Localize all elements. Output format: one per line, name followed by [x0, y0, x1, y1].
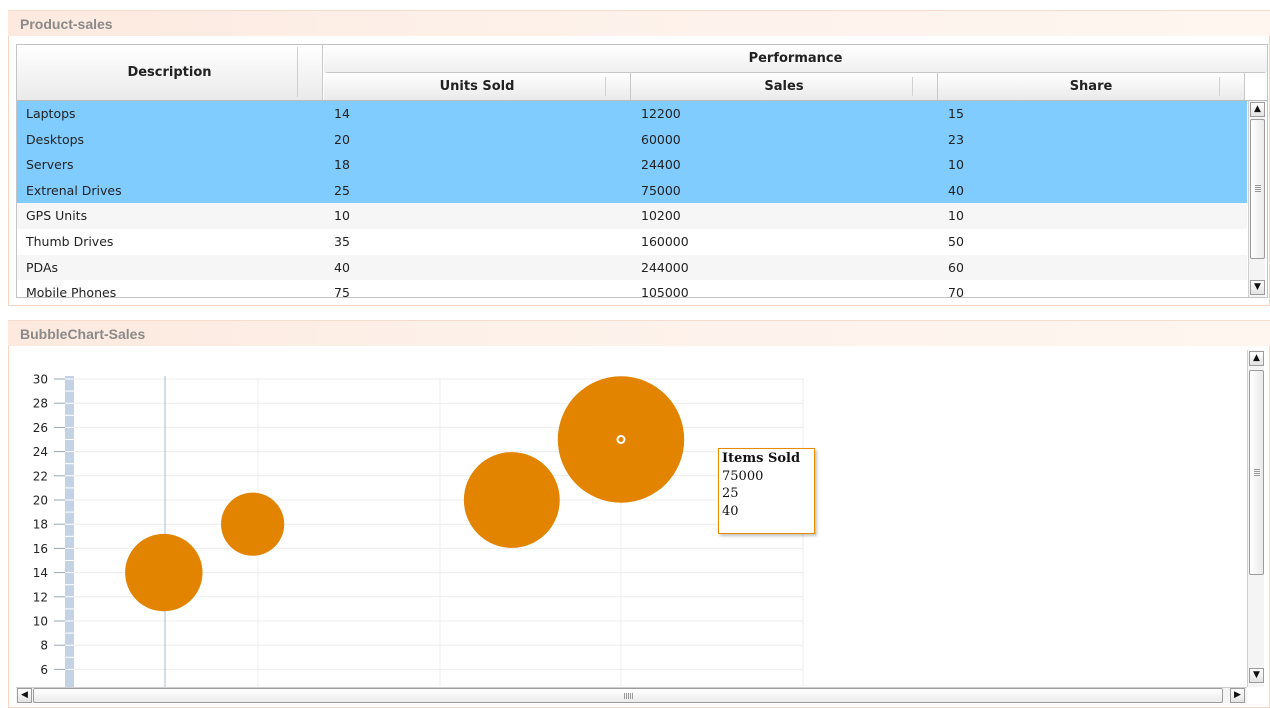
cell-description: GPS Units: [26, 208, 88, 224]
scroll-down-arrow-icon: ▼: [1254, 282, 1261, 292]
grid-scroll-up-button[interactable]: ▲: [1250, 102, 1265, 117]
y-tick-label: 8: [40, 639, 48, 653]
tooltip-sales-value: 75000: [722, 468, 764, 484]
cell-description: Laptops: [26, 106, 76, 121]
grid-vertical-scrollbar[interactable]: ▲ ▼: [1248, 101, 1265, 297]
column-header-units-sold[interactable]: Units Sold: [324, 73, 631, 100]
cell-sales: 160000: [641, 234, 689, 249]
y-tick-label: 16: [33, 542, 48, 556]
cell-units: 10: [334, 208, 350, 224]
column-header-units-sold-label: Units Sold: [439, 79, 515, 94]
column-header-description[interactable]: Description: [17, 45, 323, 100]
cell-share: 10: [948, 157, 964, 173]
cell-share: 23: [948, 131, 964, 147]
cell-sales: 105000: [641, 285, 689, 298]
cell-units: 20: [334, 131, 350, 147]
cell-sales: 24400: [641, 157, 681, 173]
scroll-down-arrow-icon: ▼: [1253, 670, 1260, 680]
cell-description: Mobile Phones: [26, 285, 117, 298]
chart-vscroll-thumb[interactable]: [1249, 370, 1264, 575]
chart-scroll-right-button[interactable]: ▶: [1230, 688, 1245, 703]
y-tick-label: 30: [33, 373, 48, 387]
table-row[interactable]: GPS Units 10 10200 10: [17, 203, 1247, 229]
chart-scroll-down-button[interactable]: ▼: [1249, 668, 1264, 683]
cell-units: 25: [334, 182, 350, 198]
cell-share: 10: [948, 208, 964, 224]
table-row[interactable]: Laptops 14 12200 15: [17, 101, 1247, 127]
chart-scroll-left-button[interactable]: ◀: [17, 688, 32, 703]
cell-description: Extrenal Drives: [26, 182, 122, 198]
cell-units: 75: [334, 285, 350, 298]
column-header-sales[interactable]: Sales: [631, 73, 938, 100]
cell-description: Thumb Drives: [26, 234, 114, 249]
product-sales-panel-title: Product-sales: [8, 10, 1270, 36]
chart-hscroll-thumb[interactable]: [33, 688, 1223, 703]
bubble-chart-title: BubbleChart-Sales: [20, 326, 146, 342]
cell-share: 50: [948, 234, 964, 249]
bubble-laptops: [125, 533, 203, 612]
cell-share: 15: [948, 106, 964, 121]
cell-units: 14: [334, 106, 350, 121]
cell-sales: 10200: [641, 208, 681, 224]
scroll-left-arrow-icon: ◀: [21, 690, 28, 700]
table-row[interactable]: Mobile Phones 75 105000 70: [17, 280, 1247, 298]
cell-units: 40: [334, 259, 350, 275]
grid-scroll-thumb[interactable]: [1250, 119, 1265, 259]
column-header-description-label: Description: [127, 65, 212, 80]
chart-tooltip: Items Sold 75000 25 40: [718, 448, 815, 534]
y-tick-label: 24: [33, 445, 48, 459]
chart-vertical-scrollbar[interactable]: ▲ ▼: [1247, 350, 1264, 687]
y-tick-label: 18: [33, 518, 48, 532]
cell-sales: 244000: [641, 259, 689, 275]
table-row[interactable]: PDAs 40 244000 60: [17, 254, 1247, 281]
bubble-servers: [221, 492, 285, 556]
cell-units: 18: [334, 157, 350, 173]
product-sales-grid[interactable]: Description Performance Units Sold Sales…: [16, 44, 1268, 298]
cell-sales: 60000: [641, 131, 681, 147]
scroll-right-arrow-icon: ▶: [1234, 690, 1241, 700]
column-header-share[interactable]: Share: [938, 73, 1245, 100]
cell-description: Desktops: [26, 131, 85, 147]
y-tick-label: 22: [33, 469, 48, 483]
table-row[interactable]: Thumb Drives 35 160000 50: [17, 229, 1247, 255]
y-tick-label: 12: [33, 590, 48, 604]
cell-share: 40: [948, 182, 964, 198]
table-row[interactable]: Extrenal Drives 25 75000 40: [17, 177, 1247, 204]
bubble-chart: 30 28 26 24 22 20 18 16 14 12 10 8 6: [33, 373, 804, 688]
cell-sales: 12200: [641, 106, 681, 121]
plot-area: [72, 378, 803, 688]
column-group-performance-label: Performance: [748, 51, 843, 66]
tooltip-share-value: 40: [722, 503, 739, 519]
product-sales-title: Product-sales: [20, 16, 113, 32]
y-tick-label: 28: [33, 397, 48, 411]
cell-sales: 75000: [641, 182, 681, 198]
column-group-performance: Performance: [324, 45, 1267, 73]
y-tick-label: 10: [33, 615, 48, 629]
y-tick-label: 14: [33, 566, 48, 580]
chart-scroll-up-button[interactable]: ▲: [1249, 351, 1264, 366]
grid-scroll-down-button[interactable]: ▼: [1250, 280, 1265, 295]
bubble-desktops: [463, 452, 560, 548]
table-row[interactable]: Desktops 20 60000 23: [17, 126, 1247, 153]
cell-description: Servers: [26, 157, 74, 173]
y-tick-label: 20: [33, 494, 48, 508]
column-header-share-label: Share: [1069, 79, 1113, 94]
y-tick-label: 6: [40, 663, 48, 677]
y-axis-band: [65, 376, 74, 688]
cell-share: 70: [948, 285, 964, 298]
scroll-up-arrow-icon: ▲: [1254, 104, 1261, 114]
scroll-up-arrow-icon: ▲: [1253, 353, 1260, 363]
chart-horizontal-scrollbar[interactable]: ◀ ▶: [16, 687, 1247, 703]
tooltip-title: Items Sold: [722, 451, 801, 466]
cell-units: 35: [334, 234, 350, 249]
table-row[interactable]: Servers 18 24400 10: [17, 152, 1247, 178]
tooltip-units-value: 25: [722, 486, 739, 501]
y-tick-label: 26: [33, 421, 48, 435]
cell-description: PDAs: [26, 259, 59, 275]
bubble-chart-panel-title: BubbleChart-Sales: [8, 320, 1270, 346]
column-header-sales-label: Sales: [764, 79, 804, 94]
bubble-extrenal-drives: [557, 376, 685, 503]
cell-share: 60: [948, 259, 964, 275]
